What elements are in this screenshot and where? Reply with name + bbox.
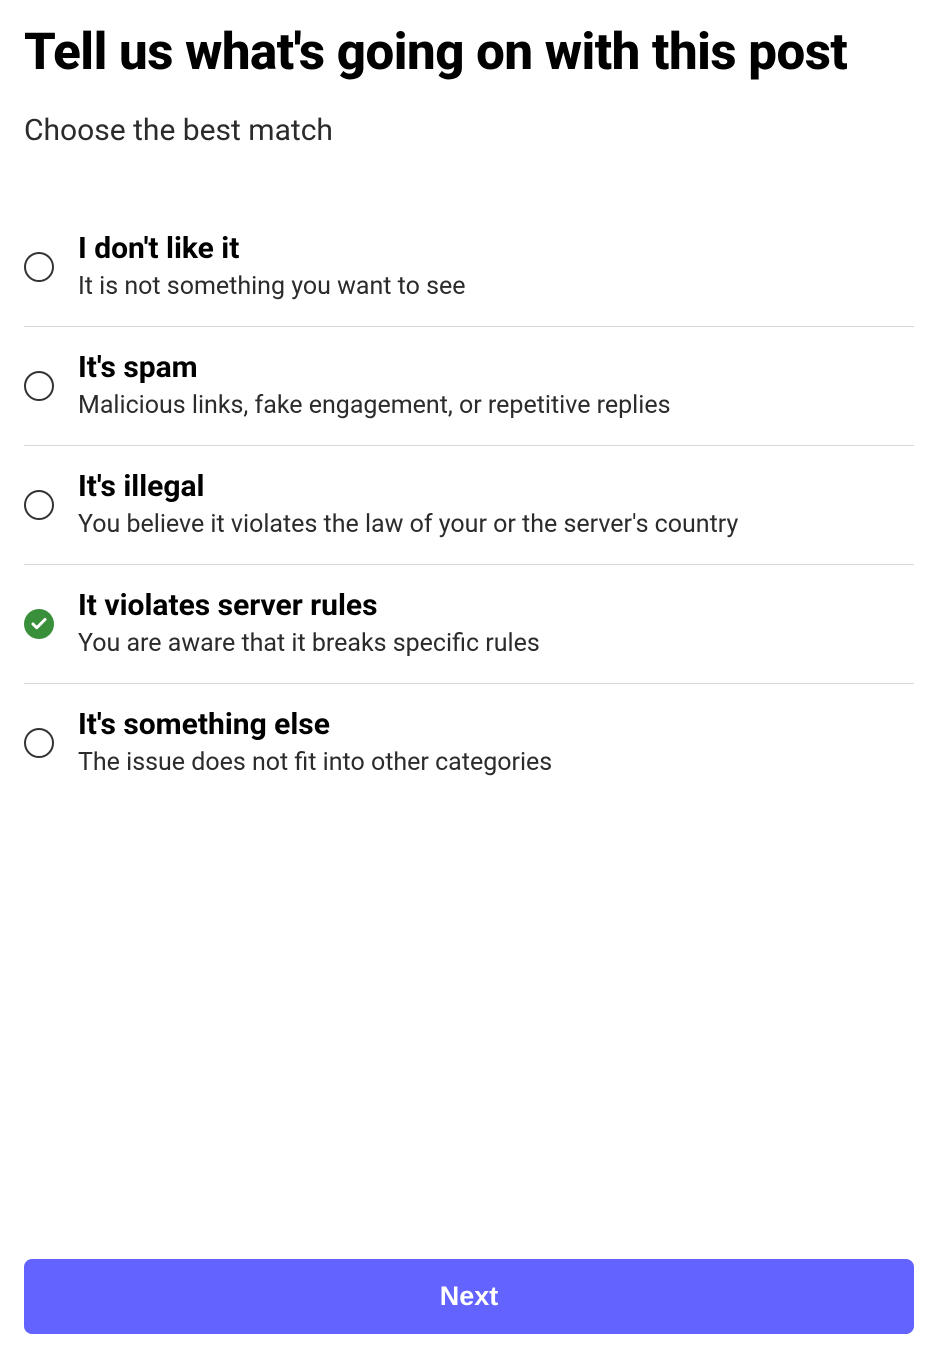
report-header: Tell us what's going on with this post C… <box>24 24 914 148</box>
option-title: It violates server rules <box>78 587 914 625</box>
option-title: It's illegal <box>78 468 914 506</box>
option-desc: Malicious links, fake engagement, or rep… <box>78 390 914 423</box>
option-something-else[interactable]: It's something else The issue does not f… <box>24 684 914 802</box>
option-spam[interactable]: It's spam Malicious links, fake engageme… <box>24 327 914 446</box>
radio-icon <box>24 252 54 282</box>
radio-checked-icon <box>24 609 54 639</box>
option-desc: The issue does not fit into other catego… <box>78 747 914 780</box>
option-desc: It is not something you want to see <box>78 271 914 304</box>
page-title: Tell us what's going on with this post <box>24 24 914 83</box>
option-title: It's something else <box>78 706 914 744</box>
radio-icon <box>24 728 54 758</box>
option-text: I don't like it It is not something you … <box>78 230 914 304</box>
radio-icon <box>24 490 54 520</box>
check-icon <box>30 615 48 633</box>
next-button[interactable]: Next <box>24 1259 914 1334</box>
option-title: I don't like it <box>78 230 914 268</box>
footer: Next <box>24 1259 914 1334</box>
option-dont-like[interactable]: I don't like it It is not something you … <box>24 208 914 327</box>
option-text: It's something else The issue does not f… <box>78 706 914 780</box>
page-subtitle: Choose the best match <box>24 113 914 148</box>
options-list: I don't like it It is not something you … <box>24 208 914 1259</box>
option-title: It's spam <box>78 349 914 387</box>
option-text: It violates server rules You are aware t… <box>78 587 914 661</box>
option-text: It's spam Malicious links, fake engageme… <box>78 349 914 423</box>
option-desc: You believe it violates the law of your … <box>78 509 914 542</box>
option-text: It's illegal You believe it violates the… <box>78 468 914 542</box>
option-violates-rules[interactable]: It violates server rules You are aware t… <box>24 565 914 684</box>
radio-icon <box>24 371 54 401</box>
option-illegal[interactable]: It's illegal You believe it violates the… <box>24 446 914 565</box>
option-desc: You are aware that it breaks specific ru… <box>78 628 914 661</box>
